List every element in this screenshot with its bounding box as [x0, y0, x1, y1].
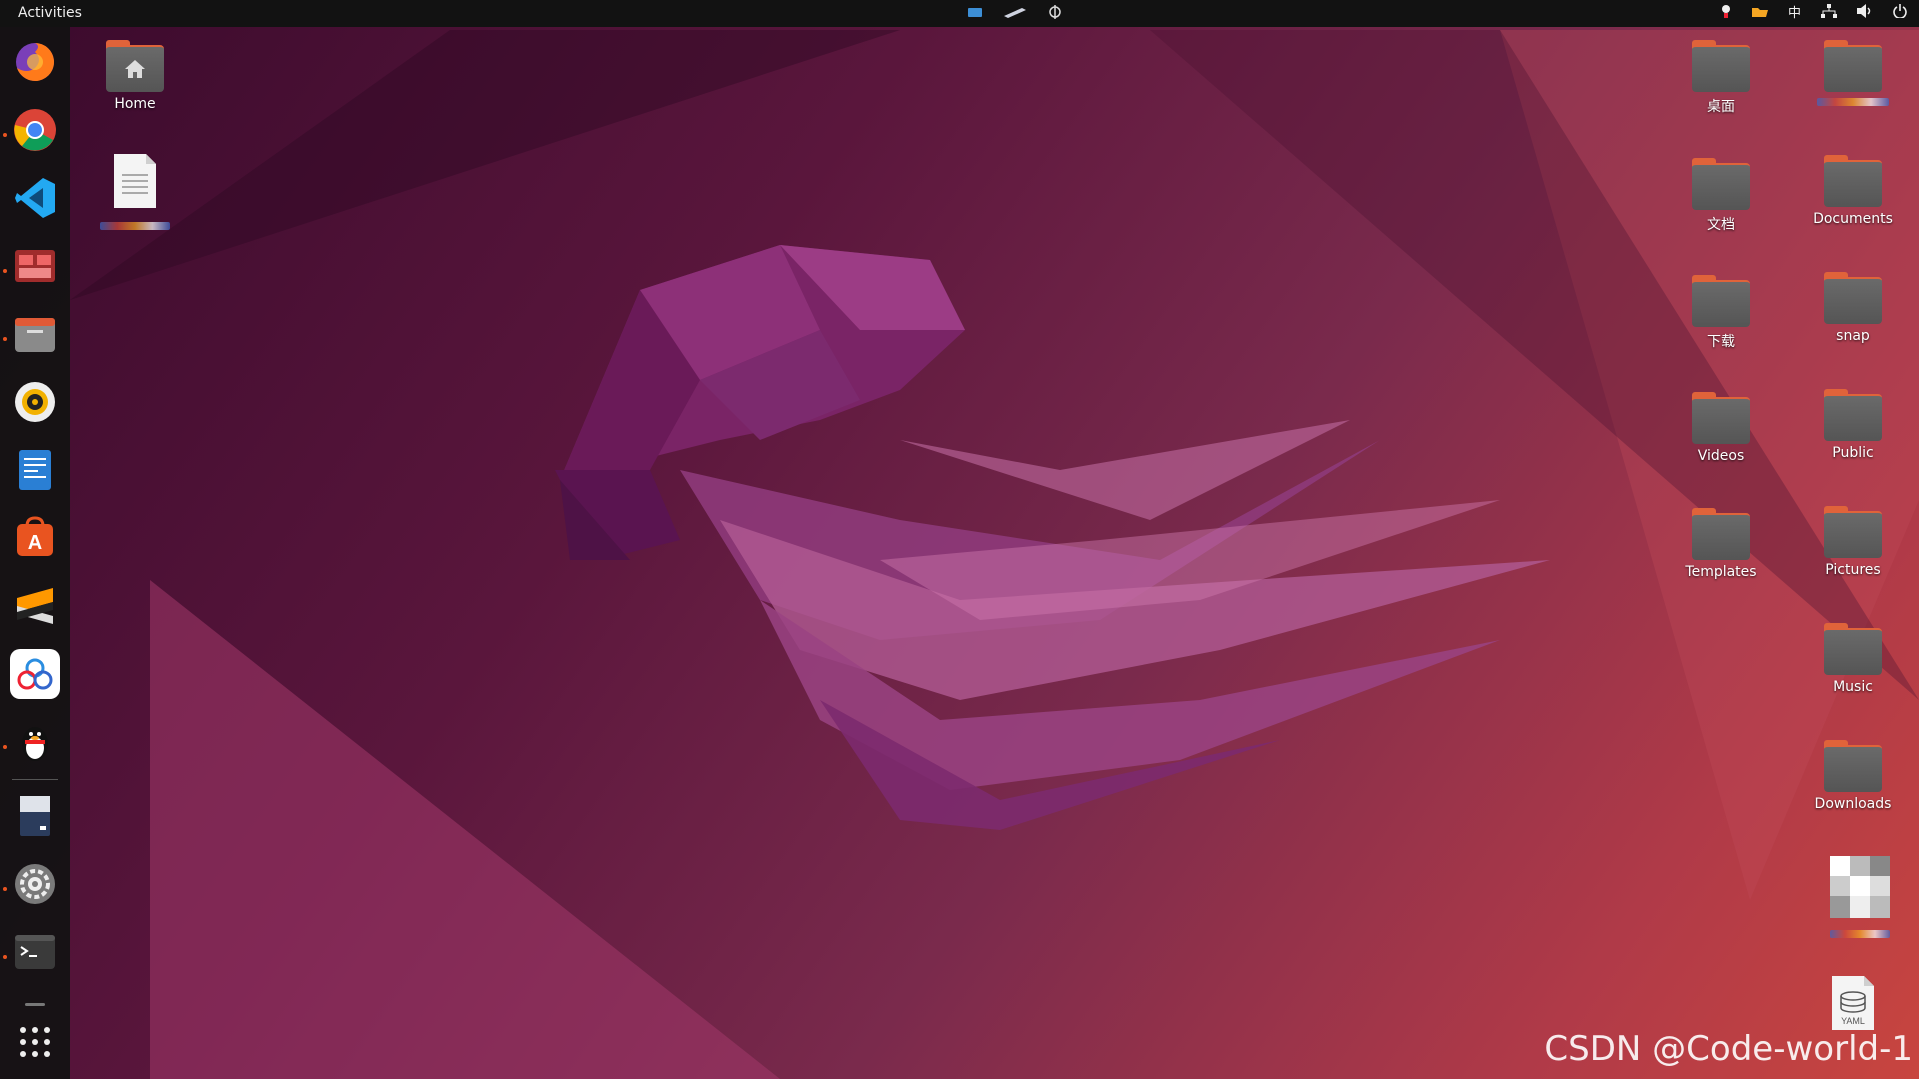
show-apps-button[interactable]	[10, 1017, 60, 1067]
text-file-icon	[114, 154, 156, 208]
desktop-folder-snap[interactable]: snap	[1793, 272, 1913, 344]
desktop-folder-downloads-zh[interactable]: 下载	[1661, 275, 1781, 351]
desktop-folder-public[interactable]: Public	[1793, 389, 1913, 461]
desktop-folder-music[interactable]: Music	[1793, 623, 1913, 695]
pen-indicator-icon[interactable]	[1004, 6, 1026, 24]
desktop-wallpaper	[0, 0, 1919, 1079]
dock-rhythmbox[interactable]	[10, 377, 60, 427]
blurred-folder-name	[1817, 98, 1889, 106]
grid-icon	[20, 1027, 50, 1057]
folder-icon	[1824, 155, 1882, 207]
desktop-folder-templates[interactable]: Templates	[1661, 508, 1781, 580]
remote-desktop-icon	[15, 250, 55, 282]
running-indicator	[3, 955, 7, 959]
disk-icon	[20, 796, 50, 836]
desktop-folder-pictures[interactable]: Pictures	[1793, 506, 1913, 578]
dock-chrome[interactable]	[10, 105, 60, 155]
dock-settings[interactable]	[10, 859, 60, 909]
folder-icon	[1692, 40, 1750, 92]
firefox-icon	[16, 42, 55, 81]
folder-icon	[1824, 623, 1882, 675]
input-method-indicator[interactable]: 中	[1788, 5, 1801, 23]
dock-firefox[interactable]	[10, 37, 60, 87]
watermark: CSDN @Code-world-1	[1544, 1029, 1913, 1069]
terminal-icon	[15, 935, 55, 969]
dock-files[interactable]	[10, 309, 60, 359]
desktop-folder-videos[interactable]: Videos	[1661, 392, 1781, 464]
gear-icon	[15, 864, 55, 904]
desktop-image-file[interactable]	[1800, 856, 1919, 938]
folder-icon	[15, 318, 55, 352]
dock: A	[0, 27, 70, 1079]
desktop-yaml-file[interactable]: YAML	[1793, 974, 1913, 1036]
folder-icon	[1692, 158, 1750, 210]
dock-disk-image[interactable]	[10, 791, 60, 841]
desktop-folder-documents[interactable]: Documents	[1793, 155, 1913, 227]
tray-app-icon[interactable]	[1720, 4, 1732, 24]
jellyfish-wallpaper-art	[70, 30, 1919, 1079]
dock-sublime-text[interactable]	[10, 581, 60, 631]
document-icon	[19, 450, 51, 490]
store-icon: A	[17, 516, 53, 556]
power-icon[interactable]	[1893, 4, 1907, 24]
folder-icon	[1824, 40, 1882, 92]
cloud-icon	[17, 658, 53, 690]
folder-icon	[1824, 272, 1882, 324]
dock-ubuntu-software[interactable]: A	[10, 513, 60, 563]
desktop-folder-downloads[interactable]: Downloads	[1793, 740, 1913, 812]
running-indicator	[3, 887, 7, 891]
dock-qq[interactable]	[10, 717, 60, 767]
dock-baidu-netdisk[interactable]	[10, 649, 60, 699]
desktop-folder-blurred[interactable]	[1793, 40, 1913, 106]
image-thumbnail-icon	[1830, 856, 1890, 918]
dock-remote-desktop[interactable]	[10, 241, 60, 291]
app-indicator-icon[interactable]	[968, 6, 982, 24]
vscode-icon	[15, 178, 55, 218]
top-bar: Activities 中	[0, 0, 1919, 27]
folder-icon	[1692, 392, 1750, 444]
folder-icon	[1824, 506, 1882, 558]
running-indicator	[3, 269, 7, 273]
penguin-icon	[22, 727, 48, 761]
folder-icon	[1692, 275, 1750, 327]
bug-indicator-icon[interactable]	[1048, 4, 1062, 26]
center-indicators	[968, 4, 1062, 26]
running-indicator	[3, 745, 7, 749]
running-indicator	[3, 133, 7, 137]
dock-terminal[interactable]	[10, 927, 60, 977]
desktop-folder-documents-zh[interactable]: 文档	[1661, 158, 1781, 234]
svg-text:YAML: YAML	[1841, 1016, 1865, 1026]
dock-separator	[12, 779, 58, 780]
running-indicator	[3, 337, 7, 341]
activities-button[interactable]: Activities	[18, 5, 82, 21]
desktop-home-label: Home	[114, 96, 156, 112]
volume-icon[interactable]	[1857, 4, 1873, 24]
dock-vscode[interactable]	[10, 173, 60, 223]
desktop-home[interactable]: Home	[75, 40, 195, 112]
chrome-icon	[14, 109, 56, 151]
home-folder-icon	[106, 40, 164, 92]
tray-folder-icon[interactable]	[1751, 5, 1768, 23]
svg-text:A: A	[28, 532, 42, 554]
blurred-filename	[1830, 930, 1890, 938]
folder-icon	[1692, 508, 1750, 560]
desktop-folder-desktop-zh[interactable]: 桌面	[1661, 40, 1781, 116]
network-icon[interactable]	[1821, 4, 1837, 24]
system-tray: 中	[1720, 4, 1907, 24]
sublime-icon	[17, 588, 53, 624]
folder-icon	[1824, 389, 1882, 441]
folder-icon	[1824, 740, 1882, 792]
dock-libreoffice-writer[interactable]	[10, 445, 60, 495]
speaker-icon	[15, 382, 55, 422]
blurred-filename	[100, 222, 170, 230]
desktop-text-file[interactable]	[75, 152, 195, 230]
yaml-file-icon: YAML	[1832, 976, 1874, 1030]
dock-handle	[25, 1003, 45, 1006]
